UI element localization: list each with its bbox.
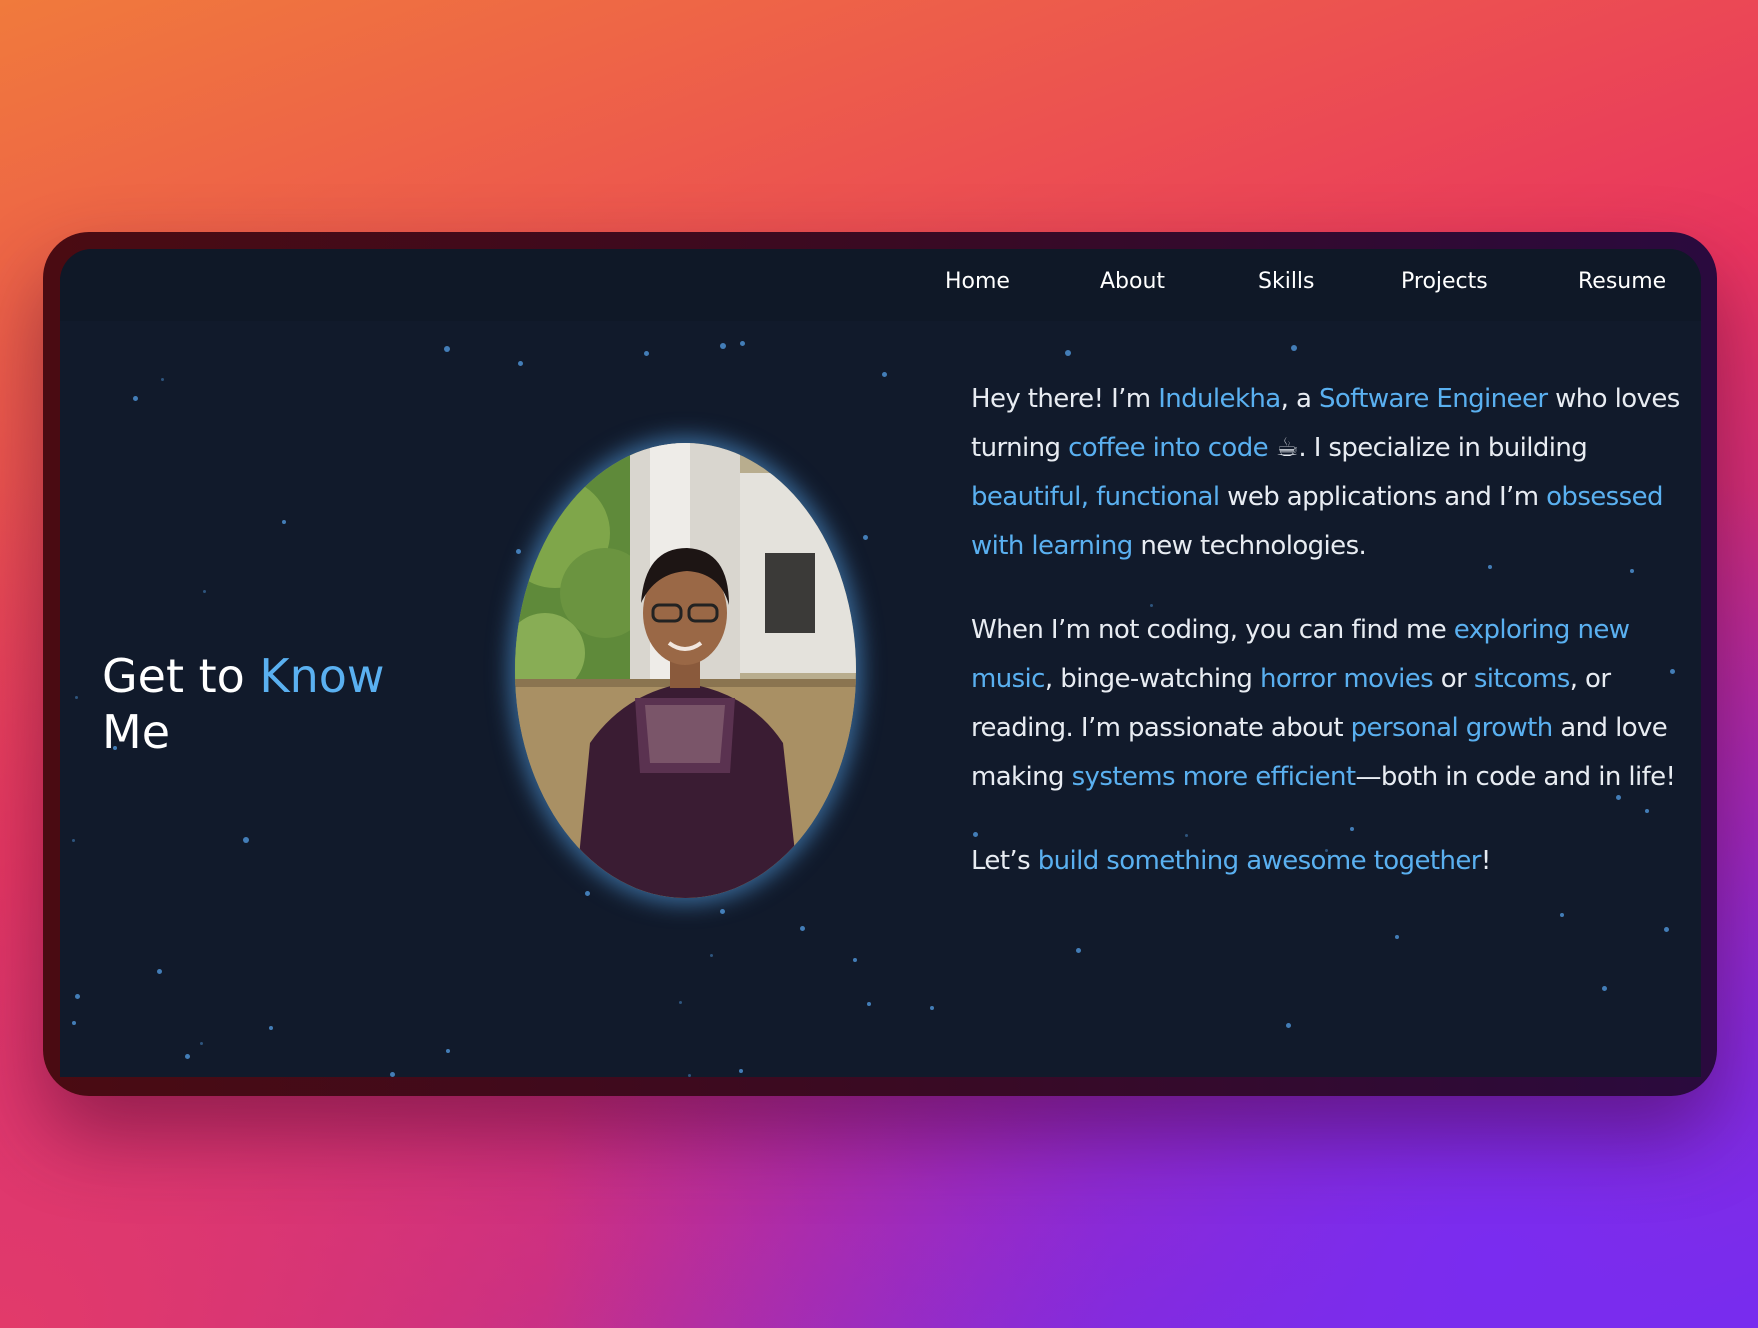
star-dot (688, 1074, 691, 1077)
star-dot (161, 378, 164, 381)
star-dot (518, 361, 523, 366)
profile-photo-image (515, 443, 856, 898)
profile-photo (515, 443, 856, 898)
star-dot (282, 520, 286, 524)
star-dot (243, 837, 249, 843)
star-dot (800, 926, 805, 931)
top-navbar: Home About Skills Projects Resume (60, 249, 1701, 321)
bio-text: Let’s (971, 846, 1038, 876)
bio-text: or (1433, 664, 1474, 694)
star-dot (1395, 935, 1399, 939)
star-dot (585, 891, 590, 896)
bio-text: , a (1280, 384, 1319, 414)
bio-text: . I specialize in building (1298, 433, 1588, 463)
star-dot (72, 839, 75, 842)
bio-text: web applications and I’m (1219, 482, 1547, 512)
star-dot (720, 343, 726, 349)
star-dot (679, 1001, 682, 1004)
bio-highlight: beautiful, functional (971, 482, 1220, 512)
star-dot (203, 590, 206, 593)
star-dot (446, 1049, 450, 1053)
bio-text: —both in code and in life! (1355, 762, 1676, 792)
bio-highlight: sitcoms (1473, 664, 1570, 694)
coffee-icon: ☕ (1268, 433, 1299, 463)
star-dot (269, 1026, 273, 1030)
bio-highlight: coffee into code (1068, 433, 1269, 463)
star-dot (1602, 986, 1607, 991)
star-dot (739, 1069, 743, 1073)
bio-highlight: horror movies (1259, 664, 1434, 694)
heading-text-2: Me (102, 704, 170, 759)
star-dot (133, 396, 138, 401)
star-dot (75, 696, 78, 699)
bio-highlight: Indulekha (1158, 384, 1281, 414)
nav-projects-link[interactable]: Projects (1401, 269, 1488, 294)
star-dot (1664, 927, 1669, 932)
heading-accent-text: Know (259, 648, 385, 703)
heading-text-1: Get to (102, 648, 260, 703)
bio-paragraph-3: Let’s build something awesome together! (971, 837, 1687, 886)
star-dot (444, 346, 450, 352)
about-bio: Hey there! I’m Indulekha, a Software Eng… (971, 375, 1687, 921)
star-dot (720, 909, 725, 914)
bio-paragraph-1: Hey there! I’m Indulekha, a Software Eng… (971, 375, 1687, 571)
star-dot (867, 1002, 871, 1006)
star-dot (853, 958, 857, 962)
star-dot (516, 549, 521, 554)
star-dot (72, 1021, 76, 1025)
star-dot (185, 1054, 190, 1059)
bio-highlight: personal growth (1350, 713, 1554, 743)
section-heading: Get to Know Me (102, 648, 442, 760)
nav-skills-link[interactable]: Skills (1258, 269, 1315, 294)
nav-resume-link[interactable]: Resume (1578, 269, 1666, 294)
star-dot (200, 1042, 203, 1045)
bio-paragraph-2: When I’m not coding, you can find me exp… (971, 606, 1687, 802)
star-dot (1286, 1023, 1291, 1028)
bio-text: , binge-watching (1044, 664, 1260, 694)
star-dot (863, 535, 868, 540)
star-dot (390, 1072, 395, 1077)
nav-home-link[interactable]: Home (945, 269, 1010, 294)
bio-text: When I’m not coding, you can find me (971, 615, 1454, 645)
bio-text: ! (1480, 846, 1491, 876)
star-dot (740, 341, 745, 346)
star-dot (930, 1006, 934, 1010)
star-dot (1291, 345, 1297, 351)
nav-about-link[interactable]: About (1100, 269, 1165, 294)
star-dot (157, 969, 162, 974)
star-dot (882, 372, 887, 377)
bio-text: Hey there! I’m (971, 384, 1159, 414)
bio-text: new technologies. (1132, 531, 1367, 561)
star-dot (644, 351, 649, 356)
star-dot (710, 954, 713, 957)
app-window: Home About Skills Projects Resume Get to… (60, 249, 1701, 1077)
bio-highlight: systems more efficient (1071, 762, 1357, 792)
star-dot (1076, 948, 1081, 953)
star-dot (75, 994, 80, 999)
star-dot (1065, 350, 1071, 356)
bio-highlight: Software Engineer (1318, 384, 1548, 414)
bio-highlight: build something awesome together (1037, 846, 1482, 876)
